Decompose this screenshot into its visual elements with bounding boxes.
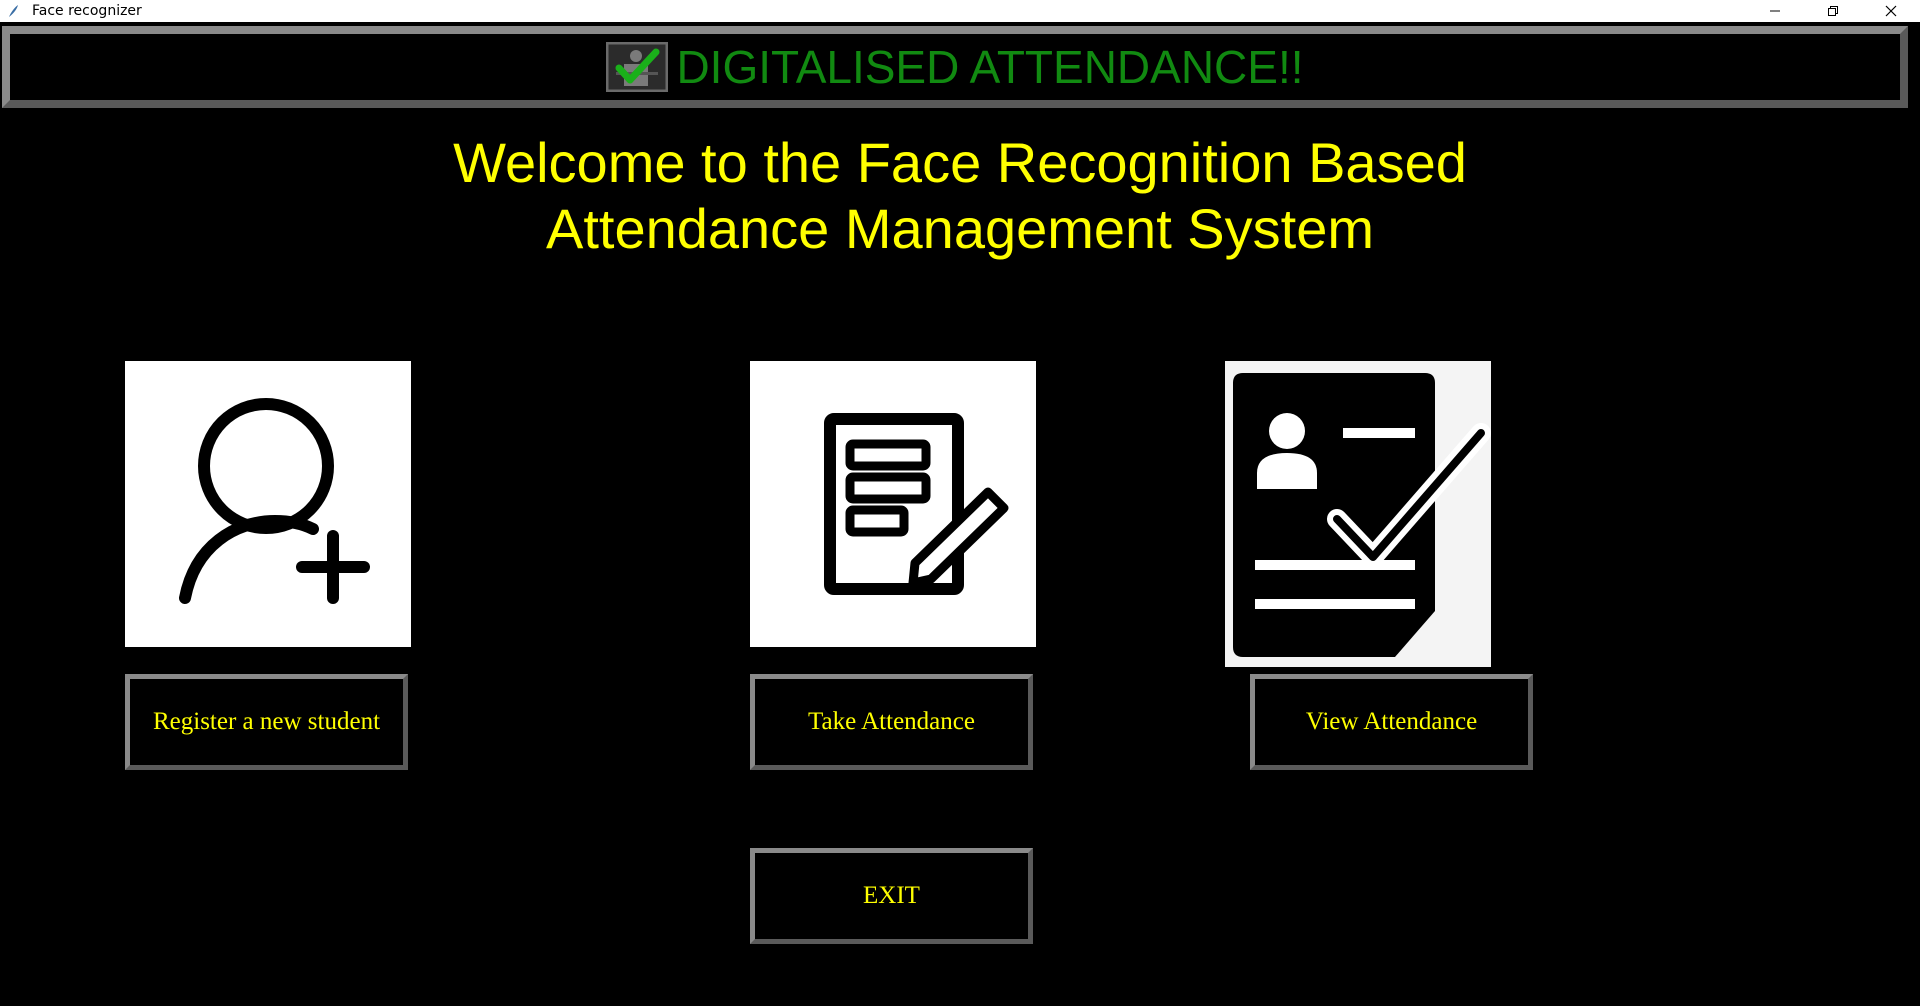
view-attendance-button[interactable]: View Attendance [1250, 674, 1533, 770]
header-banner: DIGITALISED ATTENDANCE!! [2, 26, 1908, 108]
register-student-button[interactable]: Register a new student [125, 674, 408, 770]
take-attendance-button[interactable]: Take Attendance [750, 674, 1033, 770]
minimize-button[interactable] [1746, 0, 1804, 22]
minimize-icon [1770, 10, 1780, 12]
main-window: DIGITALISED ATTENDANCE!! Welcome to the … [0, 22, 1920, 1006]
welcome-line-2: Attendance Management System [545, 197, 1375, 260]
form-edit-icon [824, 413, 1009, 595]
take-attendance-label: Take Attendance [808, 708, 975, 735]
window-titlebar: Face recognizer [0, 0, 1920, 22]
restore-icon [1828, 6, 1838, 16]
take-attendance-image [750, 361, 1036, 647]
close-icon [1885, 5, 1897, 17]
register-student-image [125, 361, 411, 647]
id-card-check-icon [1233, 373, 1491, 657]
add-user-icon [179, 398, 370, 604]
welcome-message: Welcome to the Face Recognition Based At… [0, 130, 1920, 262]
register-student-label: Register a new student [152, 708, 381, 735]
window-title: Face recognizer [32, 3, 142, 19]
app-heading: DIGITALISED ATTENDANCE!! [676, 41, 1304, 93]
restore-button[interactable] [1804, 0, 1862, 22]
feather-app-icon [9, 5, 18, 17]
view-attendance-image [1225, 361, 1491, 667]
exit-button[interactable]: EXIT [750, 848, 1033, 944]
welcome-line-1: Welcome to the Face Recognition Based [453, 131, 1467, 194]
exit-label: EXIT [863, 882, 920, 909]
close-button[interactable] [1862, 0, 1920, 22]
view-attendance-label: View Attendance [1305, 708, 1478, 735]
attendance-check-logo-icon [606, 42, 669, 92]
